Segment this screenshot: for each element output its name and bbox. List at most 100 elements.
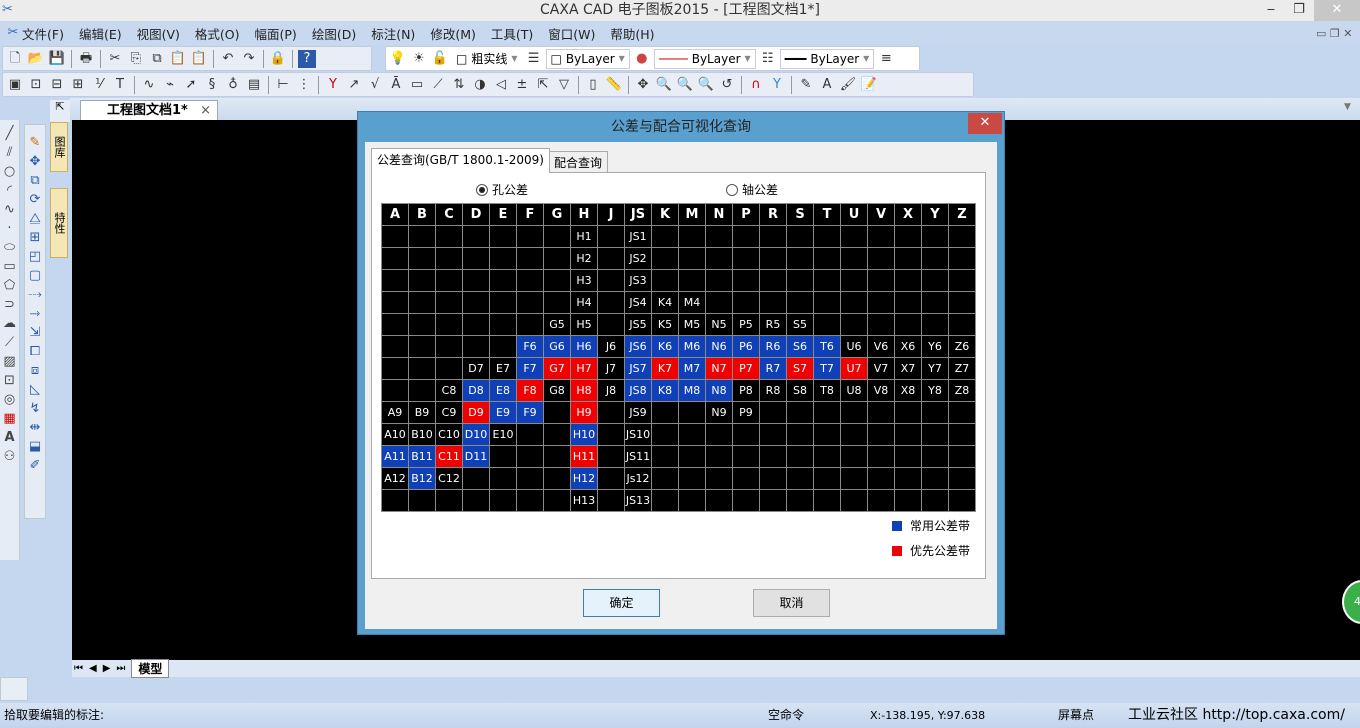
move-icon[interactable]: ✥ [30, 154, 41, 169]
explode-icon[interactable]: ⧈ [31, 363, 39, 378]
tab-list-icon[interactable]: ▼ [1344, 102, 1351, 112]
array-icon[interactable]: ⊞ [30, 230, 41, 245]
cancel-button[interactable]: 取消 [753, 589, 830, 617]
tolerance-cell[interactable]: J6 [597, 335, 625, 358]
tolerance-cell[interactable]: P5 [732, 313, 760, 336]
chamfer-icon[interactable]: ◺ [30, 382, 40, 397]
tolerance-cell[interactable]: F6 [516, 335, 544, 358]
snap-magnet-icon[interactable]: ∩ [747, 76, 765, 94]
tolerance-cell[interactable]: V8 [867, 379, 895, 402]
tolerance-cell[interactable]: G5 [543, 313, 571, 336]
tolerance-cell[interactable]: M8 [678, 379, 706, 402]
fillet-icon[interactable]: ↯ [30, 401, 41, 416]
tolerance-cell[interactable]: E10 [489, 423, 517, 446]
tolerance-cell[interactable]: Y7 [921, 357, 949, 380]
arc-icon[interactable]: ◜ [7, 183, 12, 198]
tolerance-cell[interactable]: N5 [705, 313, 733, 336]
tolerance-cell[interactable]: A9 [381, 401, 409, 424]
redo-icon[interactable]: ↷ [240, 50, 258, 68]
tolerance-cell[interactable]: K5 [651, 313, 679, 336]
text-icon[interactable]: A [4, 430, 14, 445]
color-wheel-icon[interactable]: ● [633, 50, 651, 68]
tolerance-cell[interactable]: X7 [894, 357, 922, 380]
tolerance-cell[interactable]: J7 [597, 357, 625, 380]
tolerance-cell[interactable]: D8 [462, 379, 490, 402]
tolerance-cell[interactable]: H3 [570, 269, 598, 292]
intersect-icon[interactable]: Y [768, 76, 786, 94]
tolerance-cell[interactable]: C9 [435, 401, 463, 424]
point-icon[interactable]: · [7, 221, 11, 236]
tolerance-cell[interactable]: F8 [516, 379, 544, 402]
copy-icon[interactable]: ⎘ [127, 50, 145, 68]
radio-shaft[interactable]: 轴公差 [726, 181, 778, 198]
match-icon[interactable]: ⬓ [29, 439, 41, 454]
tolerance-cell[interactable]: H7 [570, 357, 598, 380]
tolerance-cell[interactable]: C11 [435, 445, 463, 468]
tolerance-cell[interactable]: P7 [732, 357, 760, 380]
tolerance-cell[interactable]: JS6 [624, 335, 652, 358]
tolerance-cell[interactable]: K4 [651, 291, 679, 314]
tolerance-cell[interactable]: X8 [894, 379, 922, 402]
tolerance-cell[interactable]: H12 [570, 467, 598, 490]
radio-hole-button[interactable] [476, 183, 488, 196]
tolerance-cell[interactable]: U7 [840, 357, 868, 380]
tolerance-cell[interactable]: R6 [759, 335, 787, 358]
restore-button[interactable]: ❐ [1284, 0, 1314, 21]
tolerance-cell[interactable]: Js12 [624, 467, 652, 490]
symbol-icon[interactable]: ♁ [224, 76, 242, 94]
layer-sun-icon[interactable]: ☀ [410, 50, 428, 68]
tolerance-cell[interactable]: JS5 [624, 313, 652, 336]
spline-icon[interactable]: ∿ [4, 202, 15, 217]
dim-edit-icon[interactable]: ✎ [797, 76, 815, 94]
tolerance-cell[interactable]: Z7 [948, 357, 976, 380]
block-icon[interactable]: ▤ [245, 76, 263, 94]
cut-icon[interactable]: ✂ [106, 50, 124, 68]
tolerance-cell[interactable]: H10 [570, 423, 598, 446]
tolerance-cell[interactable]: JS3 [624, 269, 652, 292]
mirror-icon[interactable]: ⧋ [29, 211, 41, 226]
zoom-window-icon[interactable]: 🔍 [676, 76, 694, 94]
circle-icon[interactable]: ○ [4, 164, 15, 179]
tolerance-cell[interactable]: D11 [462, 445, 490, 468]
tolerance-cell[interactable]: B11 [408, 445, 436, 468]
menu-view[interactable]: 视图(V) [137, 24, 180, 43]
tolerance-cell[interactable]: N7 [705, 357, 733, 380]
tolerance-cell[interactable]: N8 [705, 379, 733, 402]
menu-format[interactable]: 格式(O) [195, 24, 240, 43]
tolerance-cell[interactable]: H2 [570, 247, 598, 270]
linestyle-select[interactable]: ──── ByLayer ▼ [653, 48, 756, 69]
tolerance-cell[interactable]: D10 [462, 423, 490, 446]
chamfer-dim-icon[interactable]: ⇱ [534, 76, 552, 94]
measure-icon[interactable]: 📏 [605, 76, 623, 94]
tolerance-cell[interactable]: K6 [651, 335, 679, 358]
color-select[interactable]: □ ByLayer ▼ [545, 48, 630, 69]
table-insert-icon[interactable]: ▦ [3, 411, 15, 426]
tolerance-cell[interactable]: JS1 [624, 225, 652, 248]
tolerance-cell[interactable]: Z6 [948, 335, 976, 358]
tolerance-cell[interactable]: C12 [435, 467, 463, 490]
tolerance-cell[interactable]: H8 [570, 379, 598, 402]
tolerance-cell[interactable]: S5 [786, 313, 814, 336]
tolerance-cell[interactable]: A12 [381, 467, 409, 490]
extend-icon[interactable]: ⤏ [28, 287, 42, 302]
tolerance-cell[interactable]: S6 [786, 335, 814, 358]
tolerance-cell[interactable]: H13 [570, 489, 598, 512]
menu-window[interactable]: 窗口(W) [548, 24, 595, 43]
coord-dim-icon[interactable]: ⋮ [295, 76, 313, 94]
menu-file[interactable]: 文件(F) [22, 24, 64, 43]
radio-shaft-button[interactable] [726, 183, 738, 196]
last-tab-icon[interactable]: ⏭ [116, 663, 125, 674]
cloud-icon[interactable]: ☁ [3, 316, 16, 331]
tolerance-cell[interactable]: X6 [894, 335, 922, 358]
tolerance-cell[interactable]: H11 [570, 445, 598, 468]
tolerance-cell[interactable]: J8 [597, 379, 625, 402]
menu-sheet[interactable]: 幅面(P) [255, 24, 297, 43]
tolerance-cell[interactable]: A10 [381, 423, 409, 446]
tolerance-cell[interactable]: H4 [570, 291, 598, 314]
tolerance-cell[interactable]: K8 [651, 379, 679, 402]
radio-hole[interactable]: 孔公差 [476, 181, 528, 198]
dim-style-icon[interactable]: ⇹ [30, 420, 41, 435]
tolerance-cell[interactable]: T6 [813, 335, 841, 358]
tolerance-cell[interactable]: P6 [732, 335, 760, 358]
properties-tab[interactable]: 特性 [50, 188, 68, 258]
